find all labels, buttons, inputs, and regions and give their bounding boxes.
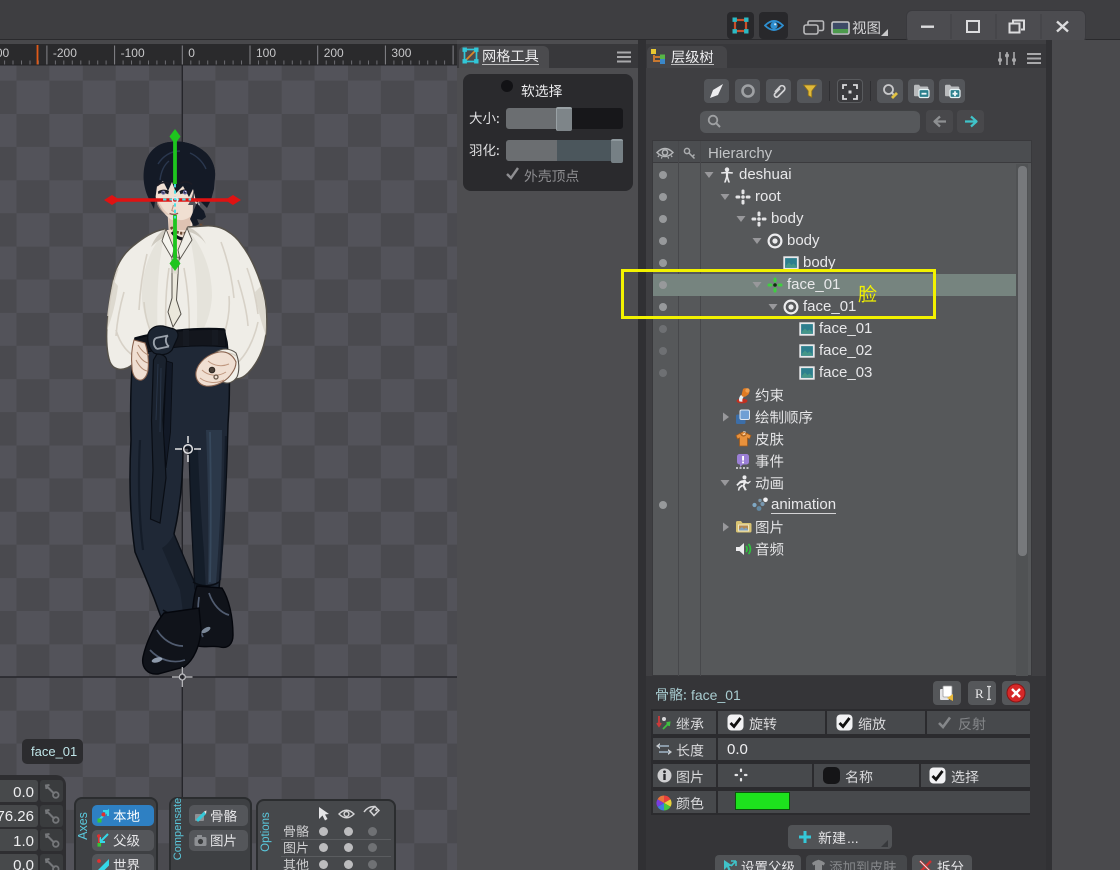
svg-text:0: 0 xyxy=(188,46,195,60)
svg-text:200: 200 xyxy=(324,46,344,60)
svg-text:-300: -300 xyxy=(0,46,10,60)
svg-text:100: 100 xyxy=(256,46,276,60)
svg-text:-200: -200 xyxy=(53,46,77,60)
svg-text:2: 2 xyxy=(743,431,746,437)
svg-text:-100: -100 xyxy=(121,46,145,60)
svg-text:300: 300 xyxy=(391,46,411,60)
